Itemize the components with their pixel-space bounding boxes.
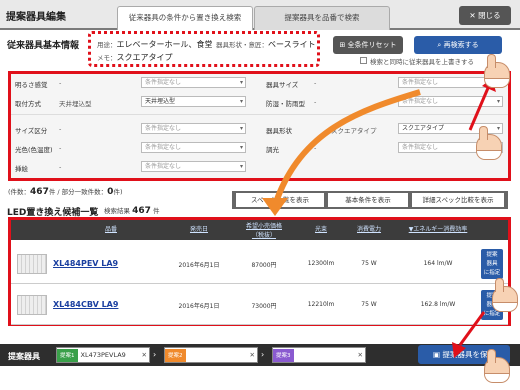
red-arrow-up-line: [468, 87, 490, 131]
hand-cursor-icon: [484, 349, 510, 383]
hand-cursor-icon: [476, 126, 502, 160]
hand-cursor-icon: [492, 278, 518, 312]
hand-cursor-icon: [484, 54, 510, 88]
annotation-arrows: [262, 78, 496, 358]
orange-arrow-head: [262, 198, 288, 216]
red-arrow-down-head: [452, 342, 466, 358]
orange-arrow-path: [272, 89, 421, 206]
red-arrow-down-line: [458, 311, 486, 346]
